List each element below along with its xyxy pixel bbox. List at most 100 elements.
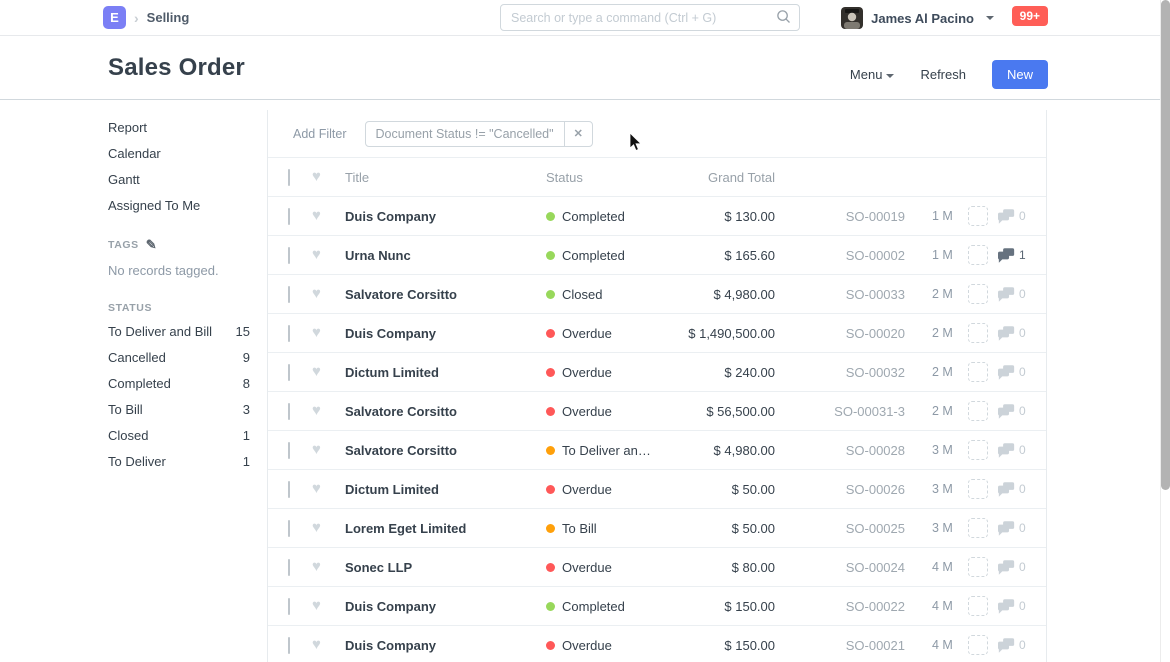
row-checkbox[interactable] [288,521,304,536]
heart-icon[interactable]: ♥ [312,248,326,262]
new-button[interactable]: New [992,60,1048,89]
row-grand-total: $ 4,980.00 [666,287,775,302]
table-row[interactable]: ♥ Salvatore Corsitto Overdue $ 56,500.00… [268,392,1046,431]
assign-placeholder[interactable] [968,206,988,226]
table-row[interactable]: ♥ Sonec LLP Overdue $ 80.00 SO-00024 4 M… [268,548,1046,587]
row-id: SO-00019 [775,209,905,224]
row-title[interactable]: Duis Company [345,638,540,653]
sidebar-status-item[interactable]: Completed 8 [108,376,250,391]
row-title[interactable]: Sonec LLP [345,560,540,575]
sidebar-view-item[interactable]: Gantt [108,172,250,187]
row-checkbox[interactable] [288,248,304,263]
row-grand-total: $ 150.00 [666,638,775,653]
comment-count: 0 [1019,209,1026,223]
sidebar-view-item[interactable]: Report [108,120,250,135]
heart-icon[interactable]: ♥ [312,287,326,301]
status-item-count: 8 [243,376,250,391]
filter-chip[interactable]: Document Status != "Cancelled" ✕ [365,121,593,147]
menu-button[interactable]: Menu [850,67,895,82]
comment-count: 0 [1019,521,1026,535]
column-grand-total: Grand Total [666,170,775,185]
edit-tags-icon[interactable]: ✎ [146,237,157,253]
assign-placeholder[interactable] [968,401,988,421]
table-row[interactable]: ♥ Dictum Limited Overdue $ 50.00 SO-0002… [268,470,1046,509]
add-filter-button[interactable]: Add Filter [293,127,347,141]
heart-icon[interactable]: ♥ [312,521,326,535]
table-row[interactable]: ♥ Dictum Limited Overdue $ 240.00 SO-000… [268,353,1046,392]
select-all-checkbox[interactable] [288,170,304,185]
refresh-button[interactable]: Refresh [920,67,966,82]
heart-icon[interactable]: ♥ [312,560,326,574]
notification-badge[interactable]: 99+ [1012,6,1048,26]
filter-chip-label[interactable]: Document Status != "Cancelled" [366,127,564,141]
row-checkbox[interactable] [288,482,304,497]
row-checkbox[interactable] [288,599,304,614]
table-row[interactable]: ♥ Lorem Eget Limited To Bill $ 50.00 SO-… [268,509,1046,548]
search-input[interactable] [511,11,776,25]
row-checkbox[interactable] [288,326,304,341]
row-title[interactable]: Duis Company [345,599,540,614]
table-row[interactable]: ♥ Duis Company Overdue $ 150.00 SO-00021… [268,626,1046,662]
heart-icon[interactable]: ♥ [312,365,326,379]
sidebar-status-item[interactable]: To Bill 3 [108,402,250,417]
heart-icon[interactable]: ♥ [312,404,326,418]
row-id: SO-00024 [775,560,905,575]
row-title[interactable]: Salvatore Corsitto [345,287,540,302]
heart-icon[interactable]: ♥ [312,638,326,652]
row-checkbox[interactable] [288,443,304,458]
assign-placeholder[interactable] [968,440,988,460]
assign-placeholder[interactable] [968,284,988,304]
heart-icon[interactable]: ♥ [312,326,326,340]
row-title[interactable]: Salvatore Corsitto [345,404,540,419]
row-title[interactable]: Duis Company [345,209,540,224]
row-title[interactable]: Duis Company [345,326,540,341]
comment-indicator: 0 [998,365,1026,380]
row-checkbox[interactable] [288,365,304,380]
assign-placeholder[interactable] [968,518,988,538]
table-row[interactable]: ♥ Duis Company Completed $ 130.00 SO-000… [268,197,1046,236]
assign-placeholder[interactable] [968,362,988,382]
app-logo[interactable]: E [103,6,126,29]
assign-placeholder[interactable] [968,557,988,577]
heart-icon[interactable]: ♥ [312,443,326,457]
heart-icon[interactable]: ♥ [312,599,326,613]
heart-icon[interactable]: ♥ [312,170,326,184]
user-menu[interactable]: James Al Pacino [841,7,994,29]
row-title[interactable]: Dictum Limited [345,482,540,497]
row-title[interactable]: Urna Nunc [345,248,540,263]
remove-filter-icon[interactable]: ✕ [564,122,592,146]
table-row[interactable]: ♥ Duis Company Completed $ 150.00 SO-000… [268,587,1046,626]
breadcrumb-module[interactable]: Selling [147,10,190,25]
row-checkbox[interactable] [288,638,304,653]
sidebar-status-item[interactable]: To Deliver 1 [108,454,250,469]
assign-placeholder[interactable] [968,245,988,265]
table-row[interactable]: ♥ Salvatore Corsitto Closed $ 4,980.00 S… [268,275,1046,314]
assign-placeholder[interactable] [968,596,988,616]
scrollbar-thumb[interactable] [1161,0,1170,490]
row-title[interactable]: Salvatore Corsitto [345,443,540,458]
sidebar-status-item[interactable]: Cancelled 9 [108,350,250,365]
assign-placeholder[interactable] [968,323,988,343]
row-status: To Deliver an… [546,443,666,458]
row-checkbox[interactable] [288,209,304,224]
row-title[interactable]: Dictum Limited [345,365,540,380]
heart-icon[interactable]: ♥ [312,482,326,496]
comment-icon [998,638,1015,653]
row-checkbox[interactable] [288,560,304,575]
sidebar-status-item[interactable]: To Deliver and Bill 15 [108,324,250,339]
table-row[interactable]: ♥ Salvatore Corsitto To Deliver an… $ 4,… [268,431,1046,470]
sidebar-status-item[interactable]: Closed 1 [108,428,250,443]
global-search[interactable] [500,4,800,31]
sidebar-view-item[interactable]: Calendar [108,146,250,161]
table-row[interactable]: ♥ Urna Nunc Completed $ 165.60 SO-00002 … [268,236,1046,275]
row-checkbox[interactable] [288,287,304,302]
row-id: SO-00002 [775,248,905,263]
row-checkbox[interactable] [288,404,304,419]
assign-placeholder[interactable] [968,635,988,655]
assign-placeholder[interactable] [968,479,988,499]
heart-icon[interactable]: ♥ [312,209,326,223]
table-row[interactable]: ♥ Duis Company Overdue $ 1,490,500.00 SO… [268,314,1046,353]
sidebar-view-item[interactable]: Assigned To Me [108,198,250,213]
row-title[interactable]: Lorem Eget Limited [345,521,540,536]
row-grand-total: $ 240.00 [666,365,775,380]
